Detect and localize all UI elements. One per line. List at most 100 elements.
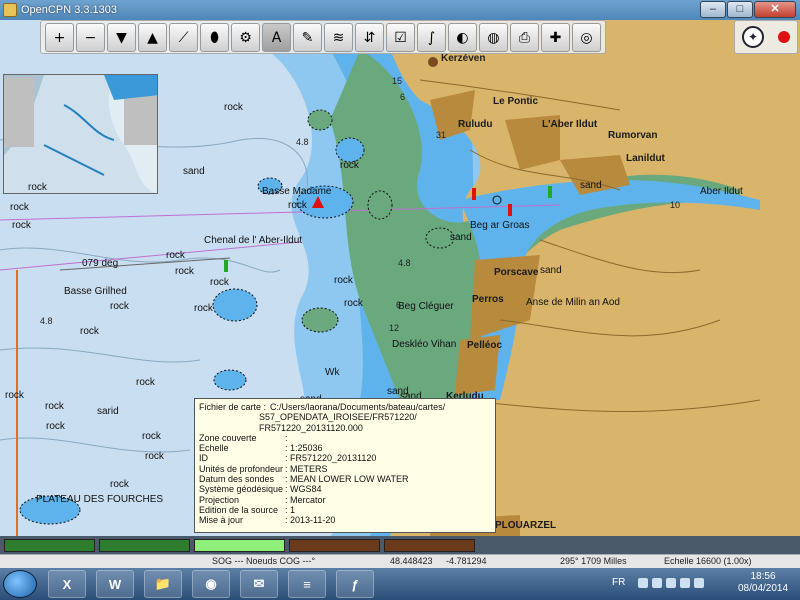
- chart-info-popup: Fichier de carte : C:/Users/laorana/Docu…: [194, 398, 496, 533]
- chart-info-key: Datum des sondes: [199, 474, 275, 485]
- chart-info-value: : 2013-11-20: [285, 515, 336, 526]
- tray-volume-icon[interactable]: [680, 578, 690, 588]
- clock-date: 08/04/2014: [738, 583, 789, 594]
- chart-label: L'Aber Ildut: [542, 119, 598, 130]
- chart-info-row: Edition de la source: 1: [199, 505, 491, 515]
- taskbar-clock[interactable]: 18:56 08/04/2014: [738, 571, 788, 595]
- taskbar-chrome-button[interactable]: ◉: [192, 570, 230, 598]
- chart-label: rock: [46, 421, 65, 432]
- taskbar-explorer-button[interactable]: 📁: [144, 570, 182, 598]
- chart-label: 31: [436, 130, 447, 140]
- toolbar-route-manager-button[interactable]: ☑: [386, 23, 415, 52]
- chart-info-value: : MEAN LOWER LOW WATER: [285, 474, 409, 485]
- chart-label: rock: [12, 220, 31, 231]
- windows-taskbar: X W 📁 ◉ ✉ ≡ ƒ FR 18:56 08/04/2014: [0, 568, 800, 600]
- tray-power-icon[interactable]: [694, 578, 704, 588]
- chart-info-row: Système géodésique: WGS84: [199, 484, 491, 494]
- close-button[interactable]: ✕: [754, 1, 796, 18]
- taskbar-word-button[interactable]: W: [96, 570, 134, 598]
- print-icon: ⎙: [518, 29, 531, 46]
- chart-label: Perros: [472, 294, 504, 305]
- taskbar-mail-button[interactable]: ✉: [240, 570, 278, 598]
- toolbar-follow-ship-button[interactable]: ⬮: [200, 23, 229, 52]
- chart-label: Wk: [325, 367, 340, 378]
- chart-info-value: : FR571220_20131120: [285, 453, 377, 464]
- chart-file-path-1: C:/Users/laorana/Documents/bateau/cartes…: [270, 402, 446, 412]
- chart-info-value: : METERS: [285, 463, 328, 474]
- toolbar-help-button[interactable]: ◎: [572, 23, 601, 52]
- currents-icon: ⇵: [363, 29, 376, 46]
- chart-label: rock: [166, 250, 185, 261]
- settings-icon: ⚙: [239, 29, 252, 46]
- toolbar-ais-button[interactable]: ◍: [479, 23, 508, 52]
- minimize-button[interactable]: –: [700, 1, 726, 18]
- chart-file-label: Fichier de carte :: [199, 402, 267, 412]
- system-tray: FR 18:56 08/04/2014: [608, 568, 800, 600]
- track-icon: ∫: [427, 29, 436, 46]
- excel-icon: X: [62, 576, 72, 592]
- chart-label: Lanildut: [626, 153, 665, 164]
- chart-selector-chip[interactable]: [99, 538, 190, 552]
- taskbar-editor-button[interactable]: ƒ: [336, 570, 374, 598]
- chart-label: PLATEAU DES FOURCHES: [36, 494, 164, 505]
- chart-label: Aber Ildut: [700, 186, 743, 197]
- toolbar-settings-button[interactable]: ⚙: [231, 23, 260, 52]
- toolbar-track-button[interactable]: ∫: [417, 23, 446, 52]
- main-toolbar: + − ▼ ▲ ⟋ ⬮ ⚙ A ✎ ≋ ⇵ ☑ ∫ ◐ ◍ ⎙ ✚ ◎: [40, 20, 606, 54]
- chart-selector-chip[interactable]: [289, 538, 380, 552]
- color-scheme-icon: ◐: [456, 29, 469, 46]
- chart-label: rock: [136, 377, 155, 388]
- chart-info-row: Datum des sondes : MEAN LOWER LOW WATER: [199, 474, 491, 484]
- chart-selector-chip[interactable]: [384, 538, 475, 552]
- chart-selector-chip[interactable]: [194, 538, 285, 552]
- chart-info-key: Edition de la source: [199, 504, 279, 515]
- chart-label: rock: [175, 266, 194, 277]
- tray-flag-icon[interactable]: [652, 578, 662, 588]
- language-indicator[interactable]: FR: [612, 577, 625, 588]
- chart-label: sand: [580, 180, 602, 191]
- toolbar-chart-scale-up-button[interactable]: ▲: [138, 23, 167, 52]
- toolbar-text-button[interactable]: A: [262, 23, 291, 52]
- explorer-icon: 📁: [154, 576, 172, 591]
- chart-label: 15: [392, 76, 403, 86]
- chart-info-row: ID: FR571220_20131120: [199, 453, 491, 463]
- opencpn-app-icon: [3, 3, 17, 17]
- chart-info-key: Zone couverte: [199, 432, 257, 443]
- maximize-button[interactable]: □: [727, 1, 753, 18]
- chart-label: 4.8: [296, 137, 309, 147]
- chart-file-path-3: FR571220_20131120.000: [259, 422, 363, 433]
- word-icon: W: [108, 576, 122, 592]
- tray-arrow-icon[interactable]: [638, 578, 648, 588]
- toolbar-route-button[interactable]: ⟋: [169, 23, 198, 52]
- overview-graphics: [4, 75, 157, 193]
- start-button[interactable]: [3, 570, 37, 598]
- taskbar-archive-button[interactable]: ≡: [288, 570, 326, 598]
- taskbar-excel-button[interactable]: X: [48, 570, 86, 598]
- chart-label: rock: [210, 277, 229, 288]
- chart-label: 4.8: [40, 316, 53, 326]
- chart-info-row: Unités de profondeur: METERS: [199, 464, 491, 474]
- tray-network-icon[interactable]: [666, 578, 676, 588]
- chart-info-row: Projection: Mercator: [199, 495, 491, 505]
- overview-inset-map[interactable]: [3, 74, 158, 194]
- toolbar-currents-button[interactable]: ⇵: [355, 23, 384, 52]
- chart-info-value: :: [285, 432, 288, 443]
- chart-info-row: Zone couverte:: [199, 433, 491, 443]
- chart-info-row: Echelle: 1:25036: [199, 443, 491, 453]
- toolbar-mob-button[interactable]: ✚: [541, 23, 570, 52]
- toolbar-print-button[interactable]: ⎙: [510, 23, 539, 52]
- toolbar-chart-scale-down-button[interactable]: ▼: [107, 23, 136, 52]
- chart-label: sand: [540, 265, 562, 276]
- toolbar-current-button[interactable]: ✎: [293, 23, 322, 52]
- chart-info-key: Mise à jour: [199, 515, 244, 526]
- chart-selector-chip[interactable]: [4, 538, 95, 552]
- toolbar-zoom-in-button[interactable]: +: [45, 23, 74, 52]
- chart-label: rock: [340, 160, 359, 171]
- toolbar-zoom-out-button[interactable]: −: [76, 23, 105, 52]
- toolbar-color-scheme-button[interactable]: ◐: [448, 23, 477, 52]
- compass-widget[interactable]: ✦: [734, 20, 798, 54]
- chart-scale-up-icon: ▲: [147, 29, 158, 46]
- toolbar-tides-button[interactable]: ≋: [324, 23, 353, 52]
- tides-icon: ≋: [332, 29, 345, 46]
- chart-label: rock: [334, 275, 353, 286]
